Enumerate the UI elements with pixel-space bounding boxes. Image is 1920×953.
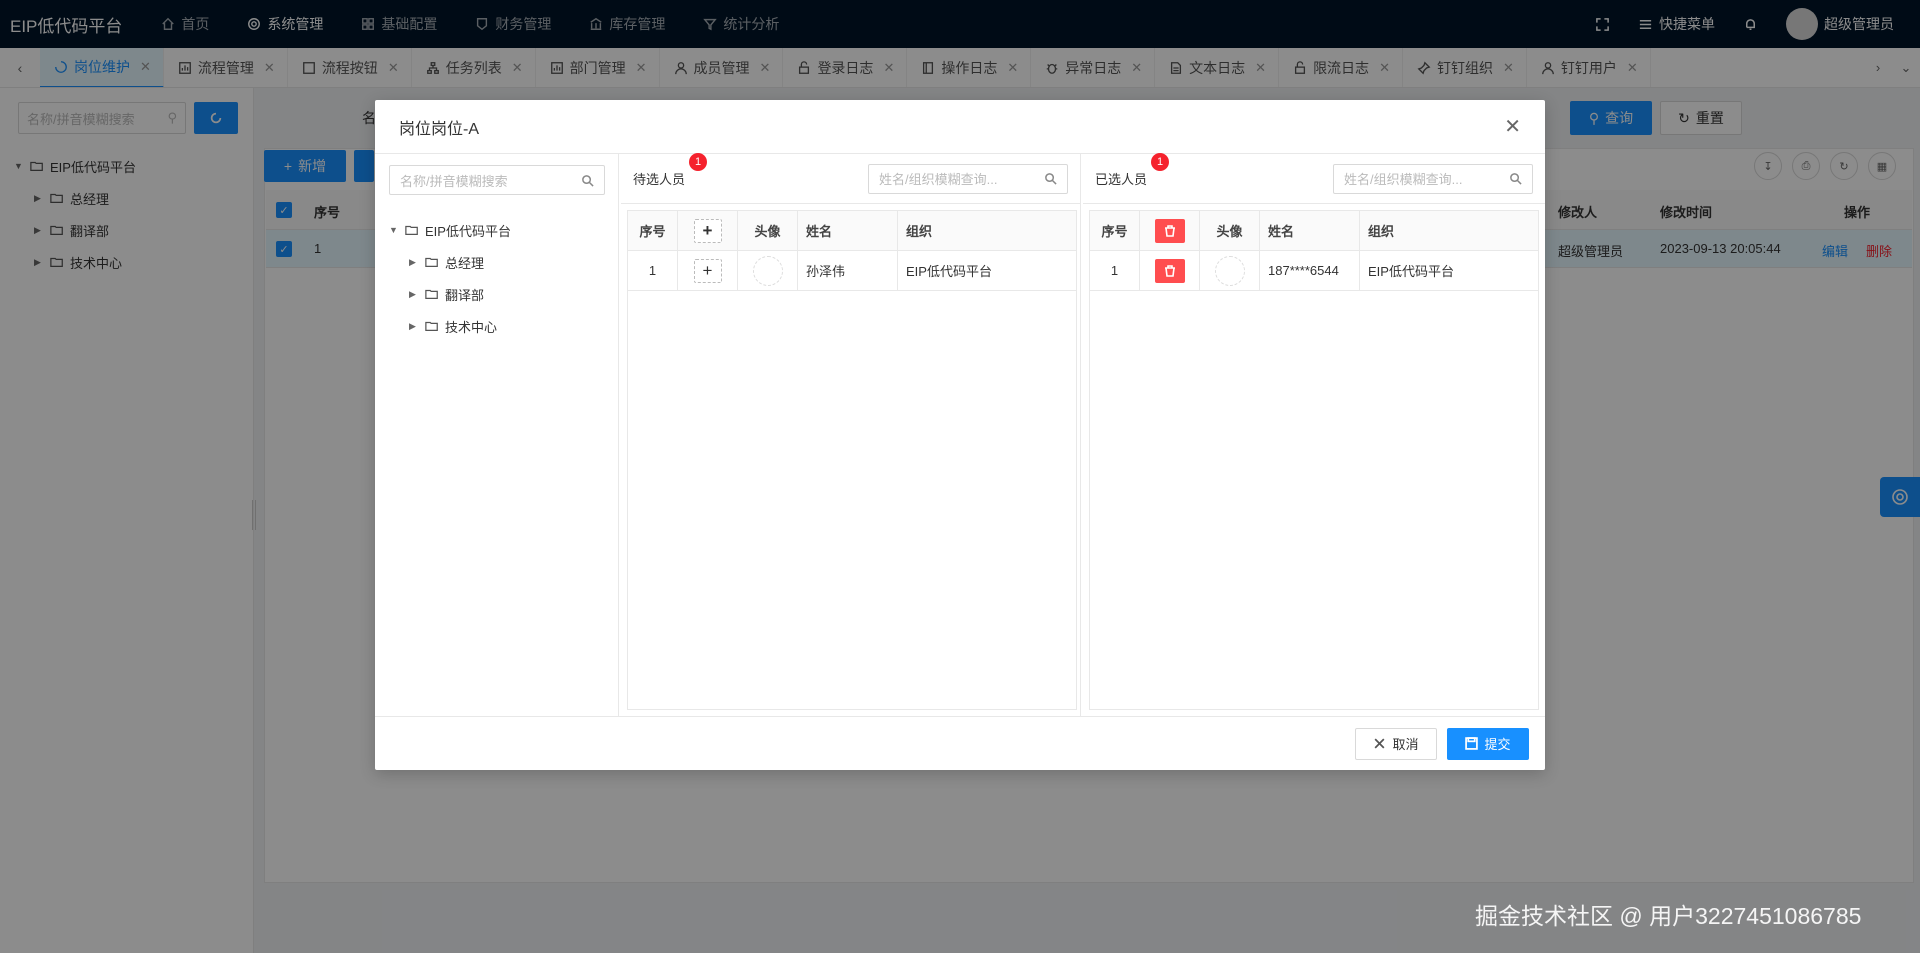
close-icon[interactable]: ✕ [1504, 117, 1521, 137]
dialog-footer: 取消 提交 [375, 716, 1545, 770]
header-add-all: + [678, 211, 738, 250]
folder-icon [425, 289, 438, 299]
dialog-header: 岗位岗位-A ✕ [375, 100, 1545, 154]
table-header: 序号 + 头像 姓名 组织 [628, 211, 1076, 251]
pending-users-title: 待选人员 1 [633, 153, 707, 188]
close-icon [1375, 738, 1385, 749]
caret-right-icon[interactable]: ▶ [409, 257, 419, 268]
selected-users-title: 已选人员 1 [1095, 153, 1169, 188]
search-icon [1045, 173, 1057, 185]
tree-node-root[interactable]: ▼ EIP低代码平台 [389, 214, 511, 246]
folder-icon [425, 321, 438, 331]
add-user-button[interactable]: + [693, 258, 722, 283]
plus-icon: + [702, 260, 713, 280]
tree-node-tech[interactable]: ▶ 技术中心 [389, 310, 511, 342]
row-no: 1 [1090, 251, 1140, 290]
avatar [752, 255, 783, 286]
selected-users-table: 序号 头像 姓名 组织 1 187****6544 EIP低代码平台 [1089, 210, 1539, 710]
selected-users-header: 已选人员 1 姓名/组织模糊查询... [1083, 153, 1545, 204]
dialog-body: 名称/拼音模糊搜索 ▼ EIP低代码平台 ▶ 总经理 ▶ 翻译部 ▶ 技术中心 … [375, 153, 1545, 716]
header-no: 序号 [628, 211, 678, 250]
tree-node-gm[interactable]: ▶ 总经理 [389, 246, 511, 278]
row-remove-cell [1140, 251, 1200, 290]
row-org: EIP低代码平台 [906, 264, 992, 279]
search-icon [1510, 173, 1522, 185]
submit-button[interactable]: 提交 [1447, 727, 1529, 760]
watermark: 掘金技术社区 @ 用户3227451086785 [1475, 903, 1862, 929]
table-header: 序号 头像 姓名 组织 [1090, 211, 1538, 251]
row-name: 187****6544 [1260, 251, 1360, 290]
dialog-org-tree: ▼ EIP低代码平台 ▶ 总经理 ▶ 翻译部 ▶ 技术中心 [389, 214, 511, 342]
header-org: 组织 [906, 224, 933, 239]
remove-all-button[interactable] [1154, 218, 1185, 243]
header-name: 姓名 [1260, 211, 1360, 250]
caret-down-icon[interactable]: ▼ [389, 225, 399, 235]
selected-users-panel: 已选人员 1 姓名/组织模糊查询... 序号 头像 姓名 组织 1 187***… [1083, 153, 1545, 716]
dialog-title: 岗位岗位-A [399, 120, 480, 138]
tree-node-translation[interactable]: ▶ 翻译部 [389, 278, 511, 310]
header-avatar: 头像 [1200, 211, 1260, 250]
pending-users-table: 序号 + 头像 姓名 组织 1 + 孙泽伟 EIP低代码平台 [627, 210, 1077, 710]
row-avatar-cell [1200, 251, 1260, 290]
plus-icon: + [702, 220, 713, 240]
trash-icon [1164, 224, 1175, 237]
search-icon [582, 174, 594, 187]
save-icon [1465, 737, 1479, 750]
row-org: EIP低代码平台 [1368, 264, 1454, 279]
header-no: 序号 [1090, 211, 1140, 250]
header-org: 组织 [1368, 224, 1395, 239]
row-no: 1 [628, 251, 678, 290]
pending-users-header: 待选人员 1 姓名/组织模糊查询... [621, 153, 1080, 204]
header-remove-all [1140, 211, 1200, 250]
remove-user-button[interactable] [1154, 258, 1185, 283]
selected-search-input[interactable]: 姓名/组织模糊查询... [1333, 163, 1533, 194]
pending-users-panel: 待选人员 1 姓名/组织模糊查询... 序号 + 头像 姓名 组织 1 + 孙泽… [621, 153, 1081, 716]
select-users-dialog: 岗位岗位-A ✕ 名称/拼音模糊搜索 ▼ EIP低代码平台 ▶ 总经理 ▶ 翻译… [375, 100, 1545, 770]
header-name: 姓名 [798, 211, 898, 250]
header-avatar: 头像 [738, 211, 798, 250]
folder-open-icon [405, 225, 418, 235]
trash-icon [1164, 264, 1175, 277]
caret-right-icon[interactable]: ▶ [409, 289, 419, 300]
caret-right-icon[interactable]: ▶ [409, 321, 419, 332]
selected-count-badge: 1 [1151, 153, 1169, 171]
org-search-input[interactable]: 名称/拼音模糊搜索 [389, 165, 605, 195]
table-row[interactable]: 1 + 孙泽伟 EIP低代码平台 [628, 251, 1076, 291]
cancel-button[interactable]: 取消 [1355, 727, 1437, 760]
avatar [1214, 255, 1245, 286]
pending-count-badge: 1 [689, 153, 707, 171]
row-avatar-cell [738, 251, 798, 290]
add-all-button[interactable]: + [693, 218, 722, 243]
row-name: 孙泽伟 [798, 251, 898, 290]
pending-search-input[interactable]: 姓名/组织模糊查询... [868, 163, 1068, 194]
dialog-org-tree-panel: 名称/拼音模糊搜索 ▼ EIP低代码平台 ▶ 总经理 ▶ 翻译部 ▶ 技术中心 [375, 154, 619, 716]
table-row[interactable]: 1 187****6544 EIP低代码平台 [1090, 251, 1538, 291]
row-add-cell: + [678, 251, 738, 290]
folder-icon [425, 257, 438, 267]
